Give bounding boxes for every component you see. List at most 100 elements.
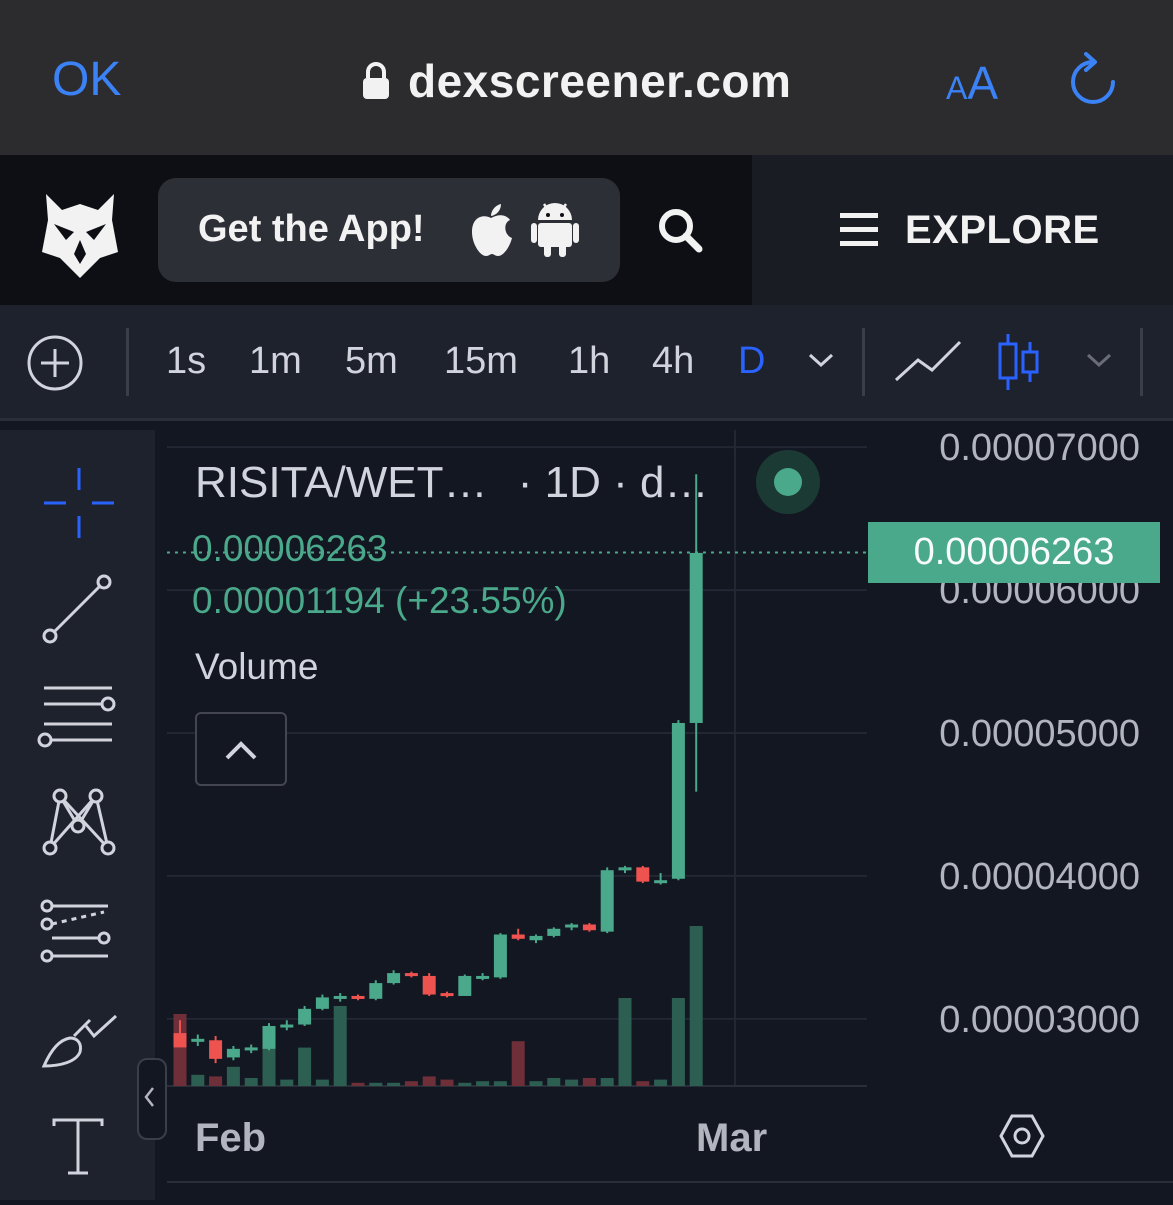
candle-body — [315, 997, 329, 1009]
timeframe-5m[interactable]: 5m — [345, 342, 398, 380]
volume-bar — [493, 1081, 507, 1086]
candle-body — [511, 934, 525, 939]
volume-bar — [636, 1081, 650, 1086]
android-icon — [530, 200, 580, 263]
volume-bar — [244, 1078, 258, 1086]
candle-body — [369, 983, 383, 999]
candle-body — [209, 1040, 223, 1059]
candle-body — [493, 934, 507, 978]
volume-bar — [654, 1079, 668, 1086]
candle-body — [173, 1033, 187, 1048]
timeframe-d[interactable]: D — [738, 342, 765, 380]
candle-body — [333, 995, 347, 999]
volume-bar — [280, 1079, 294, 1086]
live-status-icon — [754, 448, 822, 521]
y-tick-label: 0.00003000 — [939, 999, 1140, 1041]
volume-bar — [387, 1082, 401, 1086]
candle-body — [636, 867, 650, 882]
address-bar[interactable]: dexscreener.com — [360, 58, 791, 104]
url-text: dexscreener.com — [408, 55, 792, 107]
volume-bar — [315, 1079, 329, 1086]
candle-body — [298, 1008, 312, 1025]
volume-bar — [529, 1081, 543, 1086]
toolbar-divider — [126, 328, 129, 396]
candle-body — [387, 973, 401, 984]
apple-icon — [466, 202, 516, 263]
crosshair-icon[interactable] — [42, 466, 116, 545]
y-tick-label: 0.00004000 — [939, 856, 1140, 898]
volume-bar — [298, 1047, 312, 1086]
volume-bar — [333, 1006, 347, 1086]
last-price-tag: 0.00006263 — [868, 522, 1160, 584]
legend-change: 0.00001194 (+23.55%) — [192, 580, 567, 621]
y-tick-label: 0.00005000 — [939, 713, 1140, 755]
candle-body — [476, 975, 490, 979]
volume-bar — [582, 1078, 596, 1086]
candle-body — [600, 870, 614, 932]
volume-bar — [547, 1078, 561, 1086]
candle-body — [689, 552, 703, 723]
chart-settings-icon[interactable] — [998, 1112, 1046, 1165]
volume-bar — [422, 1076, 436, 1086]
timeframe-15m[interactable]: 15m — [444, 342, 518, 380]
candle-body — [280, 1024, 294, 1028]
pair-name: RISITA/WET… — [195, 458, 488, 507]
volume-bar — [458, 1082, 472, 1086]
y-tick-label: 0.00007000 — [939, 430, 1140, 469]
timeframe-1h[interactable]: 1h — [568, 342, 610, 380]
line-chart-icon[interactable] — [892, 336, 964, 391]
trend-line-icon[interactable] — [40, 572, 114, 651]
brush-icon[interactable] — [40, 1012, 120, 1077]
timeframe-4h[interactable]: 4h — [652, 342, 694, 380]
chart-type-dropdown-icon[interactable] — [1084, 350, 1114, 375]
volume-bar — [440, 1079, 454, 1086]
volume-label: Volume — [195, 646, 319, 687]
interval-label: · 1D · d… — [517, 458, 709, 507]
text-size-small: A — [946, 70, 968, 106]
explore-button[interactable]: EXPLORE — [905, 208, 1100, 253]
volume-collapse-button[interactable] — [195, 712, 287, 786]
collapse-toolbar-button[interactable] — [137, 1058, 167, 1140]
ok-button[interactable]: OK — [52, 56, 121, 104]
volume-bar — [476, 1081, 490, 1086]
volume-bar — [369, 1082, 383, 1086]
timeframe-1m[interactable]: 1m — [249, 342, 302, 380]
candle-body — [458, 975, 472, 996]
text-tool-icon[interactable] — [52, 1118, 104, 1181]
reload-icon[interactable] — [1066, 52, 1120, 115]
parallel-lines-icon[interactable] — [36, 684, 118, 753]
volume-bar — [671, 998, 685, 1086]
text-size-button[interactable]: AA — [946, 60, 998, 106]
candle-body — [244, 1047, 258, 1051]
fib-retracement-icon[interactable] — [38, 898, 114, 971]
candle-body — [191, 1038, 205, 1042]
x-tick-label: Feb — [195, 1116, 267, 1160]
timeframe-1s[interactable]: 1s — [166, 342, 206, 380]
volume-bar — [226, 1066, 240, 1086]
chevron-up-icon — [225, 741, 257, 760]
candle-body — [422, 975, 436, 995]
toolbar-divider — [862, 328, 865, 396]
add-indicator-icon[interactable] — [26, 334, 84, 397]
x-tick-label: Mar — [696, 1116, 768, 1160]
volume-bar — [689, 926, 703, 1086]
candle-body — [529, 935, 543, 941]
toolbar-divider — [1140, 328, 1143, 396]
candle-body — [565, 924, 579, 928]
volume-bar — [511, 1041, 525, 1086]
candle-body — [671, 722, 685, 879]
candle-body — [440, 993, 454, 997]
volume-bar — [209, 1076, 223, 1086]
pattern-tool-icon[interactable] — [40, 786, 118, 863]
volume-bar — [600, 1078, 614, 1086]
candlestick-type-icon[interactable] — [996, 332, 1044, 397]
volume-bar — [404, 1081, 418, 1086]
candle-body — [547, 928, 561, 936]
timeframe-dropdown-icon[interactable] — [806, 350, 836, 375]
candle-body — [351, 995, 365, 999]
dexscreener-logo-icon[interactable] — [40, 190, 120, 285]
volume-bar — [618, 998, 632, 1086]
search-icon[interactable] — [656, 206, 704, 259]
menu-icon[interactable] — [840, 212, 880, 253]
candle-body — [226, 1048, 240, 1058]
